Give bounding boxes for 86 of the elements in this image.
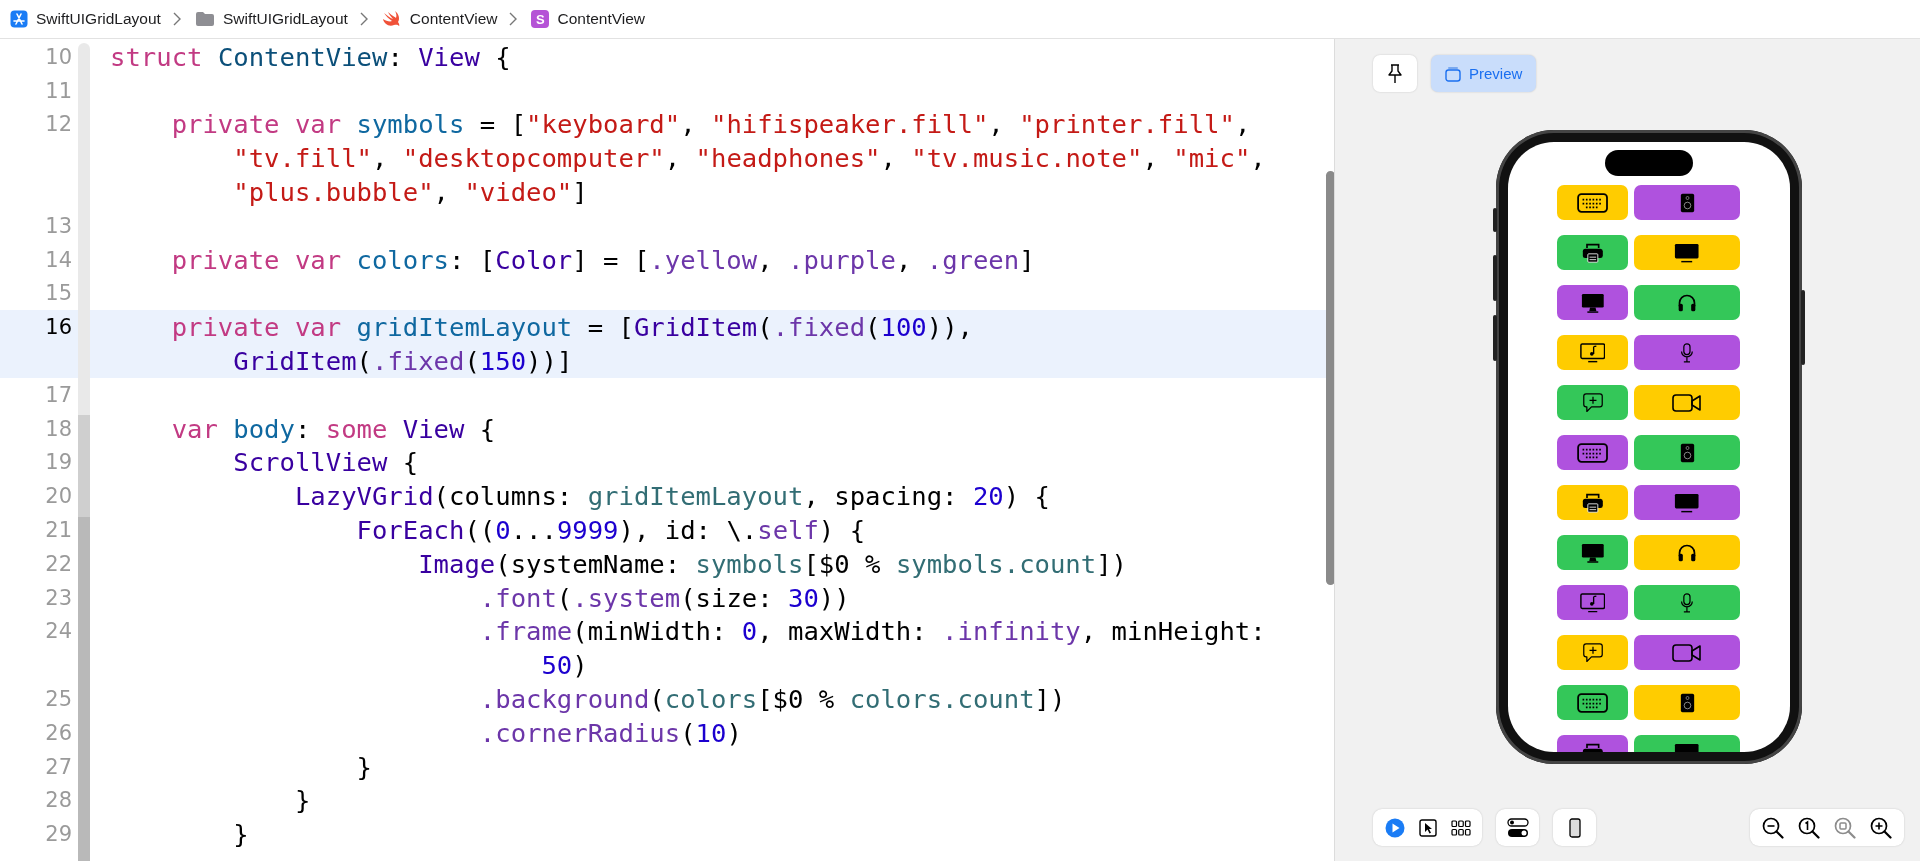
code-line: var body: some View { [170, 413, 496, 444]
chevron-right-icon [172, 12, 181, 26]
code-line: } [293, 785, 311, 816]
code-line: "plus.bubble", "video"] [232, 177, 588, 208]
line-number: 26 [45, 720, 72, 745]
video-camera-icon [1672, 642, 1702, 663]
speaker-icon [1679, 192, 1695, 213]
line-number: 22 [45, 551, 72, 576]
microphone-icon [1680, 342, 1694, 363]
breadcrumb-item[interactable]: SwiftUIGridLayout [36, 10, 161, 28]
code-line: struct ContentView: View { [110, 41, 511, 72]
code-line: ScrollView { [232, 447, 419, 478]
bird-icon [381, 10, 402, 28]
code-line: .font(.system(size: 30)) [478, 582, 850, 613]
pin-icon [1387, 63, 1403, 84]
television-icon [1674, 242, 1700, 263]
breadcrumb-item[interactable]: ContentView [557, 10, 646, 28]
chevron-right-icon [509, 12, 518, 26]
code-line: .frame(minWidth: 0, maxWidth: .infinity, minHeight: [478, 616, 1266, 647]
keyboard-icon [1576, 442, 1609, 463]
line-number: 14 [45, 247, 72, 272]
magnifier-icon [1798, 816, 1820, 839]
chevron-right-icon [359, 12, 368, 26]
line-number: 23 [45, 585, 72, 610]
play-icon [1384, 817, 1405, 838]
code-line: LazyVGrid(columns: gridItemLayout, spacing: 20) { [293, 481, 1050, 512]
line-number: 13 [45, 213, 72, 238]
code-line: } [355, 751, 372, 782]
pointer-icon [1418, 818, 1437, 837]
code-line: ForEach((0...9999), id: \.self) { [355, 515, 866, 546]
desktop-computer-icon [1580, 292, 1605, 313]
printer-icon [1581, 242, 1604, 263]
toggles-icon [1506, 817, 1529, 838]
magnifier-icon [1834, 816, 1856, 839]
line-number: 21 [45, 518, 72, 543]
line-number: 27 [45, 754, 72, 779]
television-icon [1674, 492, 1700, 513]
pin-button[interactable] [1373, 55, 1417, 92]
line-number: 15 [45, 281, 72, 306]
line-number: 16 [45, 315, 72, 340]
scrollbar-thumb[interactable] [1326, 171, 1334, 585]
code-line: 50) [540, 650, 588, 681]
code-line: private var gridItemLayout = [GridItem(.fixed(100)), [170, 312, 973, 343]
microphone-icon [1680, 592, 1694, 613]
line-number: 10 [45, 44, 72, 69]
breadcrumb-item[interactable]: SwiftUIGridLayout [222, 10, 348, 28]
speaker-icon [1679, 692, 1695, 713]
keyboard-icon [1576, 692, 1609, 713]
headphones-icon [1677, 292, 1697, 313]
code-line: "tv.fill", "desktopcomputer", "headphones", "tv.music.note", "mic", [232, 143, 1266, 174]
phone-icon [1568, 817, 1581, 838]
line-number: 25 [45, 687, 72, 712]
speaker-icon [1679, 442, 1695, 463]
code-line: private var colors: [Color] = [.yellow, .purple, .green] [170, 244, 1035, 275]
line-number: 11 [45, 78, 72, 103]
line-number: 24 [45, 619, 72, 644]
line-number: 12 [45, 112, 72, 137]
code-line: .background(colors[$0 % colors.count]) [478, 684, 1066, 715]
magnifier-icon [1762, 816, 1784, 839]
line-number: 29 [45, 822, 72, 847]
desktop-computer-icon [1580, 542, 1605, 563]
line-number: 28 [45, 788, 72, 813]
line-number: 19 [45, 450, 72, 475]
line-number: 17 [45, 382, 72, 407]
keyboard-icon [1576, 192, 1609, 213]
code-line: private var symbols = ["keyboard", "hifispeaker.fill", "printer.fill", [170, 109, 1251, 140]
app-icon [10, 10, 28, 28]
code-line: .cornerRadius(10) [478, 717, 742, 748]
window-icon [1445, 65, 1461, 82]
line-number: 18 [45, 416, 72, 441]
headphones-icon [1677, 542, 1697, 563]
monitor-music-note-icon [1579, 592, 1606, 613]
monitor-music-note-icon [1579, 342, 1606, 363]
line-number: 20 [45, 484, 72, 509]
code-line: } [232, 819, 249, 850]
code-line: GridItem(.fixed(150))] [232, 346, 573, 377]
printer-icon [1581, 492, 1604, 513]
code-line: Image(systemName: symbols[$0 % symbols.count]) [417, 548, 1128, 579]
grid-icon [1450, 819, 1471, 836]
folder-icon [194, 11, 215, 27]
speech-bubble-plus-icon [1582, 642, 1603, 663]
view-file-icon: S [531, 10, 550, 28]
breadcrumb-item[interactable]: ContentView [409, 10, 498, 28]
video-camera-icon [1672, 392, 1702, 413]
magnifier-icon [1870, 816, 1892, 839]
speech-bubble-plus-icon [1582, 392, 1603, 413]
